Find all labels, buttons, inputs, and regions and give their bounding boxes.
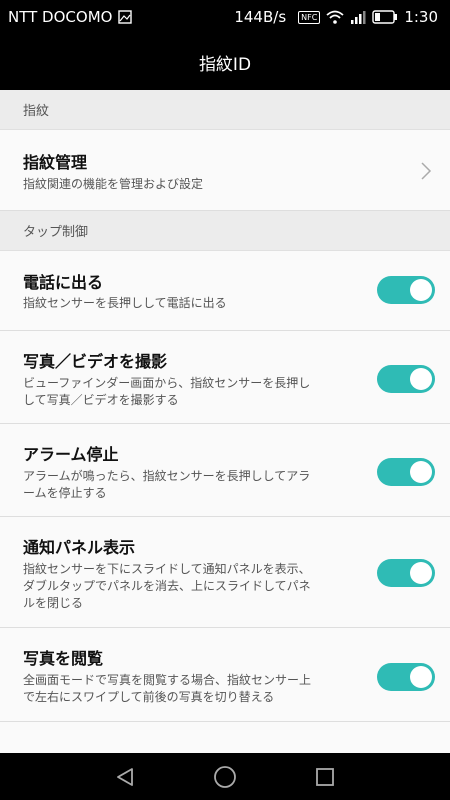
section-label: 指紋 bbox=[23, 104, 50, 119]
item-desc: ビューファインダー画面から、指紋センサーを長押し して写真／ビデオを撮影する bbox=[23, 375, 310, 409]
home-icon bbox=[214, 765, 236, 788]
item-title: 指紋管理 bbox=[23, 153, 88, 172]
item-desc-line: ルを閉じる bbox=[23, 596, 84, 610]
page-title: 指紋ID bbox=[198, 54, 252, 75]
clock: 1:30 bbox=[404, 8, 438, 26]
toggle-knob bbox=[410, 666, 432, 688]
home-button[interactable] bbox=[205, 757, 245, 797]
fingerprint-management-item[interactable]: 指紋管理 指紋関連の機能を管理および設定 bbox=[0, 130, 450, 211]
toggle-knob bbox=[410, 368, 432, 390]
wifi-icon bbox=[326, 10, 344, 24]
section-header-fingerprint: 指紋 bbox=[0, 90, 450, 130]
item-desc: 指紋センサーを長押しして電話に出る bbox=[23, 295, 227, 312]
chevron-right-icon bbox=[421, 162, 432, 180]
status-bar: NTT DOCOMO 144B/s NFC 1:30 bbox=[0, 0, 450, 34]
toggle-knob bbox=[410, 461, 432, 483]
network-speed: 144B/s bbox=[234, 8, 287, 26]
signal-icon bbox=[350, 10, 366, 24]
answer-call-toggle[interactable] bbox=[377, 276, 435, 304]
take-photo-video-toggle[interactable] bbox=[377, 365, 435, 393]
navigation-bar bbox=[0, 753, 450, 800]
section-header-tap-control: タップ制御 bbox=[0, 211, 450, 251]
item-desc-line: で左右にスワイプして前後の写真を切り替える bbox=[23, 690, 275, 704]
item-desc-line: ダブルタップでパネルを消去、上にスライドしてパネ bbox=[23, 579, 311, 593]
back-button[interactable] bbox=[105, 757, 145, 797]
item-title: 電話に出る bbox=[23, 273, 104, 292]
item-desc-line: 指紋センサーを下にスライドして通知パネルを表示、 bbox=[23, 562, 311, 576]
item-desc: アラームが鳴ったら、指紋センサーを長押ししてアラ ームを停止する bbox=[23, 468, 310, 502]
item-title: アラーム停止 bbox=[23, 445, 119, 464]
item-desc-line: ームを停止する bbox=[23, 486, 107, 500]
notification-panel-toggle[interactable] bbox=[377, 559, 435, 587]
title-bar: 指紋ID bbox=[0, 34, 450, 90]
browse-photos-toggle[interactable] bbox=[377, 663, 435, 691]
recents-button[interactable] bbox=[305, 757, 345, 797]
stop-alarm-item[interactable]: アラーム停止 アラームが鳴ったら、指紋センサーを長押ししてアラ ームを停止する bbox=[0, 424, 450, 517]
toggle-knob bbox=[410, 562, 432, 584]
item-title: 通知パネル表示 bbox=[23, 538, 136, 557]
back-icon bbox=[117, 767, 133, 786]
carrier-label: NTT DOCOMO bbox=[8, 8, 113, 26]
battery-icon bbox=[372, 10, 398, 24]
stop-alarm-toggle[interactable] bbox=[377, 458, 435, 486]
item-desc-line: アラームが鳴ったら、指紋センサーを長押ししてアラ bbox=[23, 469, 311, 483]
item-title: 写真／ビデオを撮影 bbox=[23, 352, 168, 371]
item-desc-line: して写真／ビデオを撮影する bbox=[23, 393, 179, 407]
item-desc: 全画面モードで写真を閲覧する場合、指紋センサー上 で左右にスワイプして前後の写真… bbox=[23, 672, 311, 706]
browse-photos-item[interactable]: 写真を閲覧 全画面モードで写真を閲覧する場合、指紋センサー上 で左右にスワイプし… bbox=[0, 628, 450, 722]
item-desc-line: ビューファインダー画面から、指紋センサーを長押し bbox=[23, 376, 311, 390]
image-notification-icon bbox=[118, 10, 133, 24]
notification-panel-item[interactable]: 通知パネル表示 指紋センサーを下にスライドして通知パネルを表示、 ダブルタップで… bbox=[0, 517, 450, 628]
item-desc: 指紋関連の機能を管理および設定 bbox=[23, 177, 204, 191]
item-desc-line: 全画面モードで写真を閲覧する場合、指紋センサー上 bbox=[23, 673, 312, 687]
item-desc-line: 指紋センサーを長押しして電話に出る bbox=[23, 296, 227, 310]
item-desc: 指紋センサーを下にスライドして通知パネルを表示、 ダブルタップでパネルを消去、上… bbox=[23, 561, 311, 612]
take-photo-video-item[interactable]: 写真／ビデオを撮影 ビューファインダー画面から、指紋センサーを長押し して写真／… bbox=[0, 331, 450, 424]
settings-list[interactable]: 指紋 指紋管理 指紋関連の機能を管理および設定 タップ制御 電話に出る 指紋セン… bbox=[0, 90, 450, 753]
toggle-knob bbox=[410, 279, 432, 301]
item-title: 写真を閲覧 bbox=[23, 649, 104, 668]
section-label: タップ制御 bbox=[23, 225, 89, 240]
recents-icon bbox=[316, 767, 334, 786]
answer-call-item[interactable]: 電話に出る 指紋センサーを長押しして電話に出る bbox=[0, 251, 450, 331]
nfc-icon: NFC bbox=[298, 10, 321, 24]
